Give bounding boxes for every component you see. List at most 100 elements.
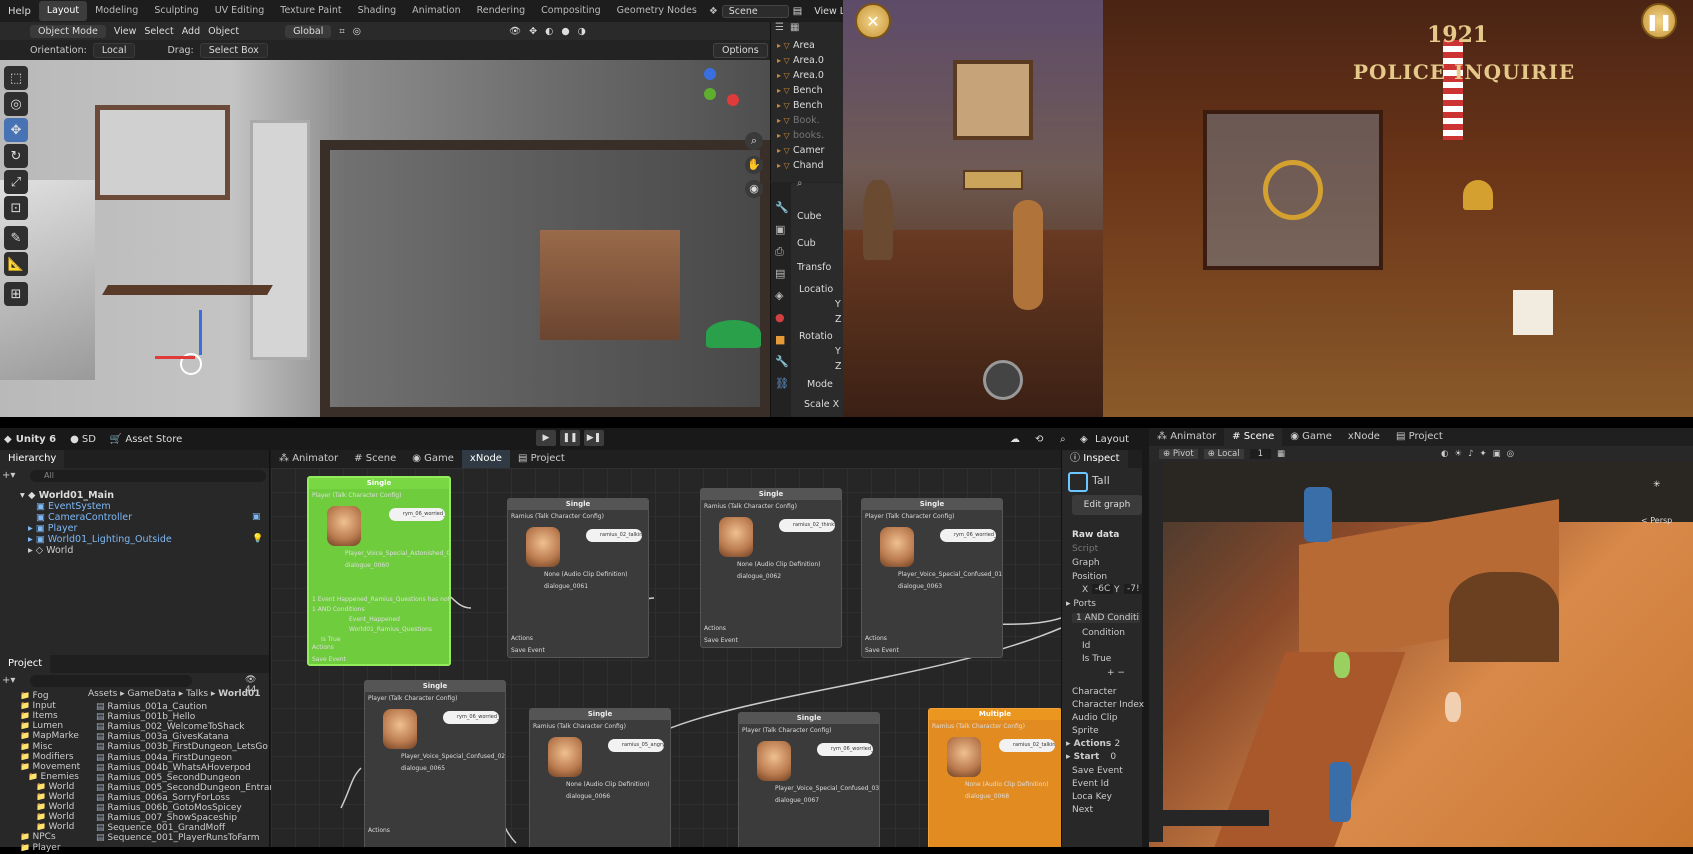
history-icon[interactable]: ⟲: [1035, 434, 1043, 445]
add-cube-tool-icon[interactable]: ⊞: [4, 282, 28, 306]
tab-xnode[interactable]: xNode: [461, 450, 510, 468]
object-tab-icon[interactable]: ■: [775, 333, 785, 346]
shading-material-icon[interactable]: ◑: [578, 26, 586, 37]
hierarchy-item-cameracontroller[interactable]: ▣ CameraController: [36, 512, 132, 523]
node-actions-foldout[interactable]: Actions: [511, 635, 533, 642]
workspace-geometry-nodes[interactable]: Geometry Nodes: [609, 1, 705, 21]
menu-help[interactable]: Help: [0, 6, 39, 17]
start-foldout[interactable]: ▸ Start 0: [1066, 752, 1116, 762]
node-character-field[interactable]: Ramius (Talk Character Config): [704, 503, 797, 510]
ports-foldout[interactable]: ▸ Ports: [1066, 599, 1096, 609]
node-localkey-field[interactable]: dialogue_0066: [566, 793, 610, 800]
tab-project[interactable]: ▤ Project: [1388, 428, 1451, 446]
dialogue-node[interactable]: Single Ramius (Talk Character Config) rami…: [700, 488, 842, 648]
camera-gizmo-icon[interactable]: ▣: [252, 512, 261, 522]
workspace-sculpting[interactable]: Sculpting: [146, 1, 206, 21]
node-localkey-field[interactable]: dialogue_0061: [544, 583, 588, 590]
pan-hand-icon[interactable]: ✋: [745, 156, 763, 174]
workspace-texture-paint[interactable]: Texture Paint: [272, 1, 349, 21]
pivot-dropdown[interactable]: ⊕ Pivot: [1159, 449, 1198, 459]
node-character-field[interactable]: Player (Talk Character Config): [742, 727, 831, 734]
dog[interactable]: [863, 180, 893, 260]
tab-scene[interactable]: # Scene: [346, 450, 404, 468]
gizmo-x-arrow[interactable]: [155, 356, 195, 359]
light-gizmo-icon[interactable]: 💡: [252, 534, 263, 544]
effects-icon[interactable]: ✦: [1480, 449, 1487, 459]
node-localkey-field[interactable]: dialogue_0065: [401, 765, 445, 772]
dialogue-node[interactable]: Multiple Ramius (Talk Character Config) ra…: [928, 708, 1061, 847]
node-save-event[interactable]: Save Event: [312, 656, 346, 663]
node-graph-canvas[interactable]: Single Player (Talk Character Config) rym_…: [271, 468, 1061, 847]
laurel-wreath[interactable]: [1263, 160, 1323, 220]
dialogue-node[interactable]: Single Player (Talk Character Config) rym_…: [861, 498, 1003, 658]
output-tab-icon[interactable]: ⎙: [775, 245, 784, 259]
film-reel[interactable]: [983, 360, 1023, 400]
project-folder[interactable]: 📁 Player: [20, 842, 61, 853]
outliner-item[interactable]: ▸ ▽ Area.0: [771, 68, 843, 83]
menu-select[interactable]: Select: [144, 26, 173, 37]
blue-chair[interactable]: [1329, 762, 1351, 822]
account-icon[interactable]: ●: [70, 434, 79, 445]
object-mode-dropdown[interactable]: Object Mode: [30, 24, 106, 38]
step-button[interactable]: ▶❚: [584, 430, 604, 446]
camera-view-icon[interactable]: ◉: [745, 180, 763, 198]
node-actions-foldout[interactable]: Actions: [704, 625, 726, 632]
node-condition-value[interactable]: Event_Happened: [349, 616, 400, 623]
nav-gizmo-z-icon[interactable]: [704, 68, 716, 80]
zoom-icon[interactable]: ⌕: [745, 132, 763, 150]
gizmo-icon[interactable]: ✥: [529, 26, 537, 37]
scene-name-field[interactable]: Scene: [721, 4, 789, 18]
node-audio-clip-field[interactable]: Player_Voice_Special_Confused_01 (Audio: [898, 571, 1002, 578]
outliner-item[interactable]: ▸ ▽ Bench: [771, 98, 843, 113]
workspace-modeling[interactable]: Modeling: [87, 1, 146, 21]
tab-game[interactable]: ◉ Game: [1282, 428, 1340, 446]
node-save-event[interactable]: Save Event: [511, 647, 545, 654]
inspector-tab[interactable]: ⓘ Inspect: [1062, 450, 1128, 468]
tab-game[interactable]: ◉ Game: [404, 450, 462, 468]
hierarchy-item-eventsystem[interactable]: ▣ EventSystem: [36, 501, 111, 512]
node-character-field[interactable]: Player (Talk Character Config): [312, 492, 401, 499]
view-layer-label[interactable]: View Laye: [806, 6, 843, 17]
add-icon[interactable]: +▾: [2, 675, 15, 686]
hierarchy-item-lighting[interactable]: ▸ ▣ World01_Lighting_Outside: [28, 534, 172, 545]
rotate-tool-icon[interactable]: ↻: [4, 144, 28, 168]
node-localkey-field[interactable]: dialogue_0063: [898, 583, 942, 590]
outliner-item[interactable]: ▸ ▽ Chand: [771, 158, 843, 173]
visibility-icon[interactable]: 👁: [509, 26, 521, 37]
node-actions-foldout[interactable]: Actions: [312, 644, 334, 651]
npc-character[interactable]: [1445, 692, 1461, 722]
tab-scene[interactable]: # Scene: [1224, 428, 1283, 446]
layout-dropdown[interactable]: Layout: [1095, 434, 1129, 445]
scale-tool-icon[interactable]: ⤢: [4, 170, 28, 194]
account-dropdown[interactable]: SD: [82, 434, 96, 445]
tab-xnode[interactable]: xNode: [1340, 428, 1388, 446]
breadcrumb-assets[interactable]: Assets: [88, 689, 117, 699]
transform-tool-icon[interactable]: ⊡: [4, 196, 28, 220]
asset-store-button[interactable]: Asset Store: [125, 434, 182, 445]
node-save-event[interactable]: Save Event: [704, 637, 738, 644]
node-localkey-field[interactable]: dialogue_0067: [775, 797, 819, 804]
pos-x-input[interactable]: -6C: [1092, 584, 1114, 594]
lighting-icon[interactable]: ☀: [1454, 449, 1462, 459]
editor-type-icon[interactable]: ☰: [775, 22, 784, 38]
outliner-item[interactable]: ▸ ▽ books.: [771, 128, 843, 143]
actions-foldout[interactable]: ▸ Actions 2: [1066, 739, 1120, 749]
world-tab-icon[interactable]: ●: [775, 311, 785, 324]
pause-button[interactable]: ❚❚: [1641, 3, 1677, 39]
workspace-rendering[interactable]: Rendering: [469, 1, 534, 21]
project-file[interactable]: ▤ Sequence_001_PlayerRunsToFarm: [96, 833, 260, 844]
node-character-field[interactable]: Player (Talk Character Config): [865, 513, 954, 520]
object-name-label[interactable]: Cube: [797, 211, 822, 222]
options-dropdown[interactable]: Options: [713, 43, 768, 58]
outliner-item[interactable]: ▸ ▽ Bench: [771, 83, 843, 98]
project-tab[interactable]: Project: [0, 655, 51, 673]
edit-graph-button[interactable]: Edit graph: [1072, 495, 1142, 515]
measure-tool-icon[interactable]: 📐: [4, 252, 28, 276]
menu-view[interactable]: View: [114, 26, 137, 37]
breadcrumb-gamedata[interactable]: GameData: [128, 689, 176, 699]
bell[interactable]: [1463, 180, 1493, 210]
dialogue-node[interactable]: Single Ramius (Talk Character Config) rami…: [507, 498, 649, 658]
player-character[interactable]: [1334, 652, 1350, 678]
workspace-animation[interactable]: Animation: [404, 1, 468, 21]
node-audio-clip-field[interactable]: None (Audio Clip Definition): [737, 561, 821, 568]
